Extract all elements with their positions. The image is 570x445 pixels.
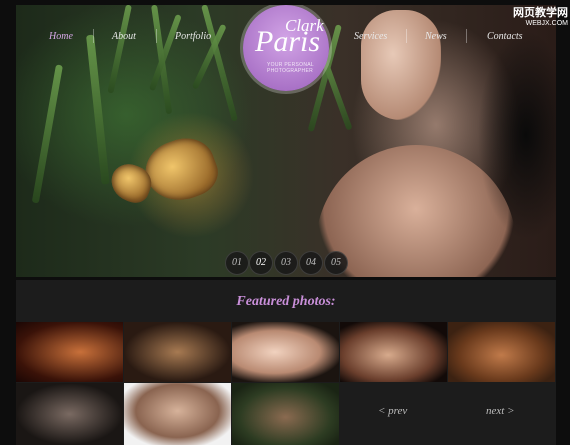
slide-dot-2[interactable]: 02	[249, 251, 273, 275]
slide-dot-5[interactable]: 05	[324, 251, 348, 275]
photo-thumb-1[interactable]	[16, 322, 123, 382]
prev-link[interactable]: < prev	[378, 405, 407, 417]
logo-tagline: YOUR PERSONAL PHOTOGRAPHER	[267, 62, 314, 74]
nav-news[interactable]: News	[425, 31, 447, 42]
photo-thumb-6[interactable]	[16, 383, 123, 445]
hero-banner: Home About Portfolio Services News Conta…	[16, 5, 556, 277]
photo-thumb-5[interactable]	[448, 322, 555, 382]
photo-thumb-8[interactable]	[232, 383, 339, 445]
nav-home[interactable]: Home	[49, 31, 73, 42]
butterfly	[137, 129, 225, 211]
photo-thumb-7[interactable]	[124, 383, 231, 445]
nav-about[interactable]: About	[112, 31, 136, 42]
watermark-line1: 网页教学网	[513, 7, 568, 19]
slide-dot-4[interactable]: 04	[299, 251, 323, 275]
nav-services[interactable]: Services	[354, 31, 387, 42]
slide-dot-1[interactable]: 01	[225, 251, 249, 275]
photo-thumb-2[interactable]	[124, 322, 231, 382]
site-watermark: 网页教学网 WEBJX.COM	[490, 4, 568, 27]
photo-thumb-3[interactable]	[232, 322, 339, 382]
featured-title: Featured photos:	[236, 294, 336, 309]
photo-thumb-4[interactable]	[340, 322, 447, 382]
logo-paris-text: Paris	[255, 25, 321, 58]
slide-dot-3[interactable]: 03	[274, 251, 298, 275]
featured-section: Featured photos: < prev next >	[16, 280, 556, 445]
nav-portfolio[interactable]: Portfolio	[175, 31, 211, 42]
next-link[interactable]: next >	[486, 405, 515, 417]
site-logo[interactable]: Clark Paris YOUR PERSONAL PHOTOGRAPHER	[243, 5, 329, 91]
page-frame: Home About Portfolio Services News Conta…	[0, 0, 570, 445]
nav-contacts[interactable]: Contacts	[487, 31, 523, 42]
watermark-line2: WEBJX.COM	[525, 20, 568, 27]
